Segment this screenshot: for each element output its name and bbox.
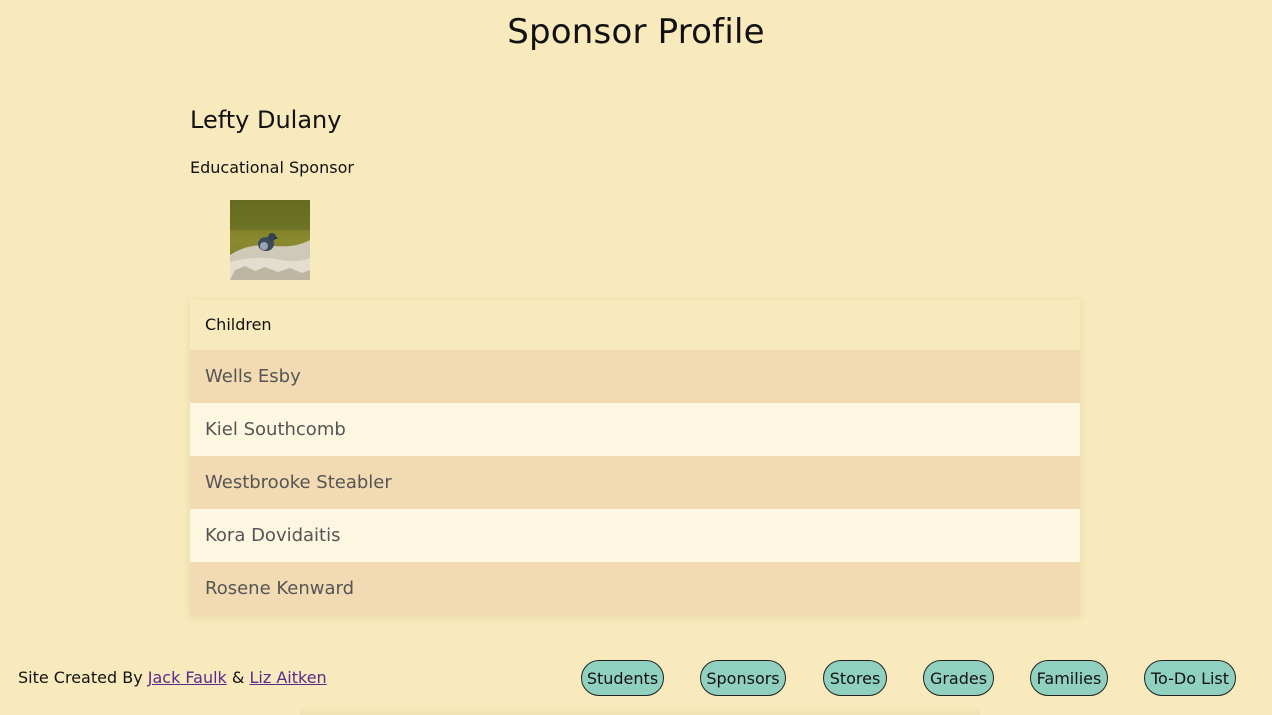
credit-ampersand: & xyxy=(231,668,245,687)
bottom-divider xyxy=(300,706,980,715)
nav-families-button[interactable]: Families xyxy=(1030,660,1108,696)
sponsor-name: Lefty Dulany xyxy=(190,106,342,134)
sponsor-photo xyxy=(230,200,310,280)
child-list-item[interactable]: Wells Esby xyxy=(190,350,1080,403)
child-list-item[interactable]: Westbrooke Steabler xyxy=(190,456,1080,509)
nav-sponsors-button[interactable]: Sponsors xyxy=(700,660,786,696)
footer-credit: Site Created By Jack Faulk & Liz Aitken xyxy=(18,668,327,687)
nav-stores-button[interactable]: Stores xyxy=(823,660,887,696)
penguin-photo-image xyxy=(230,200,310,280)
page-title: Sponsor Profile xyxy=(507,12,765,52)
author-link-jack-faulk[interactable]: Jack Faulk xyxy=(148,668,227,687)
nav-todo-list-button[interactable]: To-Do List xyxy=(1144,660,1236,696)
author-link-liz-aitken[interactable]: Liz Aitken xyxy=(249,668,326,687)
nav-grades-button[interactable]: Grades xyxy=(923,660,994,696)
child-list-item[interactable]: Kora Dovidaitis xyxy=(190,509,1080,562)
child-list-item[interactable]: Kiel Southcomb xyxy=(190,403,1080,456)
credit-prefix: Site Created By xyxy=(18,668,143,687)
sponsor-type: Educational Sponsor xyxy=(190,158,354,177)
children-header: Children xyxy=(190,300,1080,350)
nav-students-button[interactable]: Students xyxy=(581,660,664,696)
children-list: Children Wells Esby Kiel Southcomb Westb… xyxy=(190,300,1080,615)
child-list-item[interactable]: Rosene Kenward xyxy=(190,562,1080,615)
